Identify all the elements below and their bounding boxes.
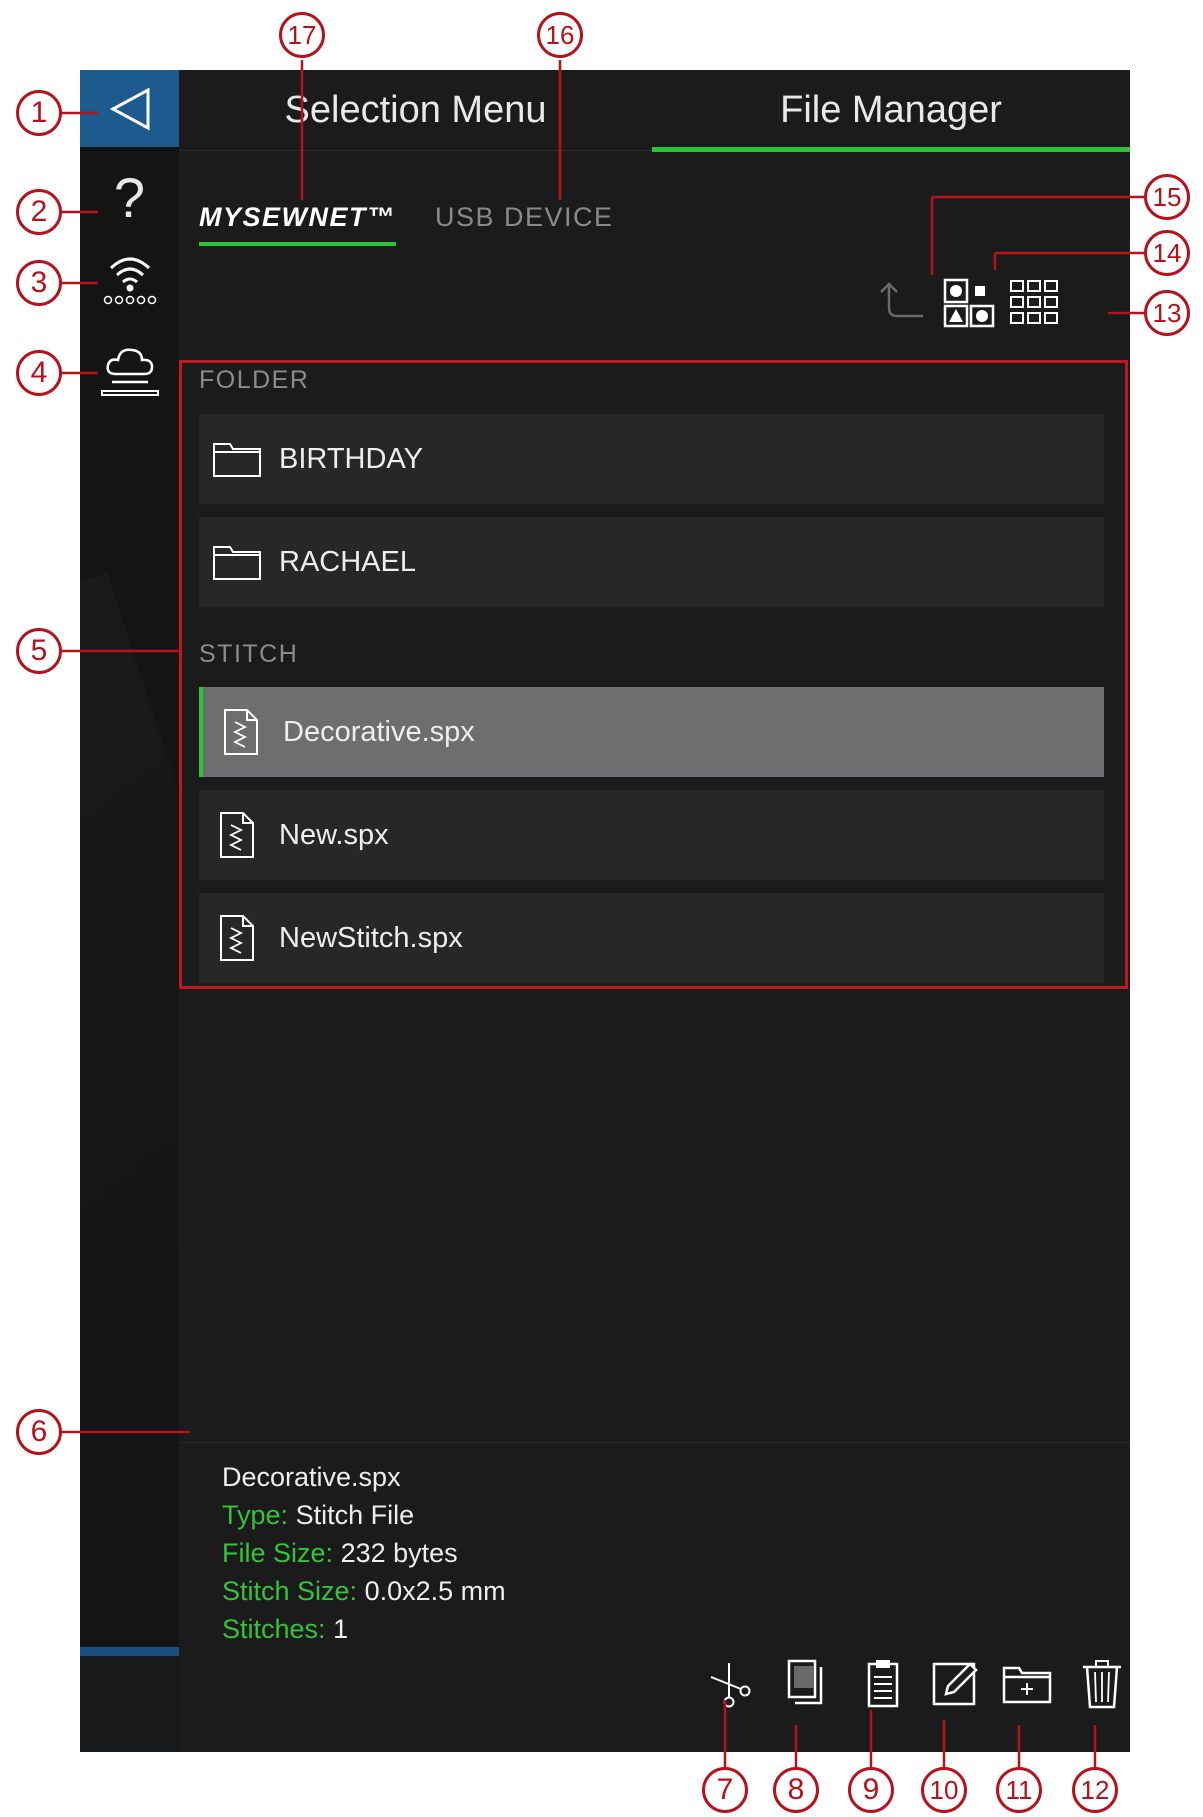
callout-15: 15 xyxy=(1144,174,1190,220)
callout-13: 13 xyxy=(1144,290,1190,336)
callout-14: 14 xyxy=(1144,230,1190,276)
callout-leader-lines xyxy=(61,60,1146,1769)
callout-16: 16 xyxy=(537,12,583,58)
callout-1: 1 xyxy=(16,90,62,136)
callout-12: 12 xyxy=(1072,1767,1118,1813)
callout-8: 8 xyxy=(773,1767,819,1813)
callout-6: 6 xyxy=(16,1409,62,1455)
callout-5: 5 xyxy=(16,628,62,674)
callout-10: 10 xyxy=(921,1767,967,1813)
callout-17: 17 xyxy=(279,12,325,58)
callout-3: 3 xyxy=(16,260,62,306)
callout-2: 2 xyxy=(16,189,62,235)
callout-9: 9 xyxy=(848,1767,894,1813)
callout-11: 11 xyxy=(996,1767,1042,1813)
callout-4: 4 xyxy=(16,350,62,396)
callout-7: 7 xyxy=(702,1767,748,1813)
